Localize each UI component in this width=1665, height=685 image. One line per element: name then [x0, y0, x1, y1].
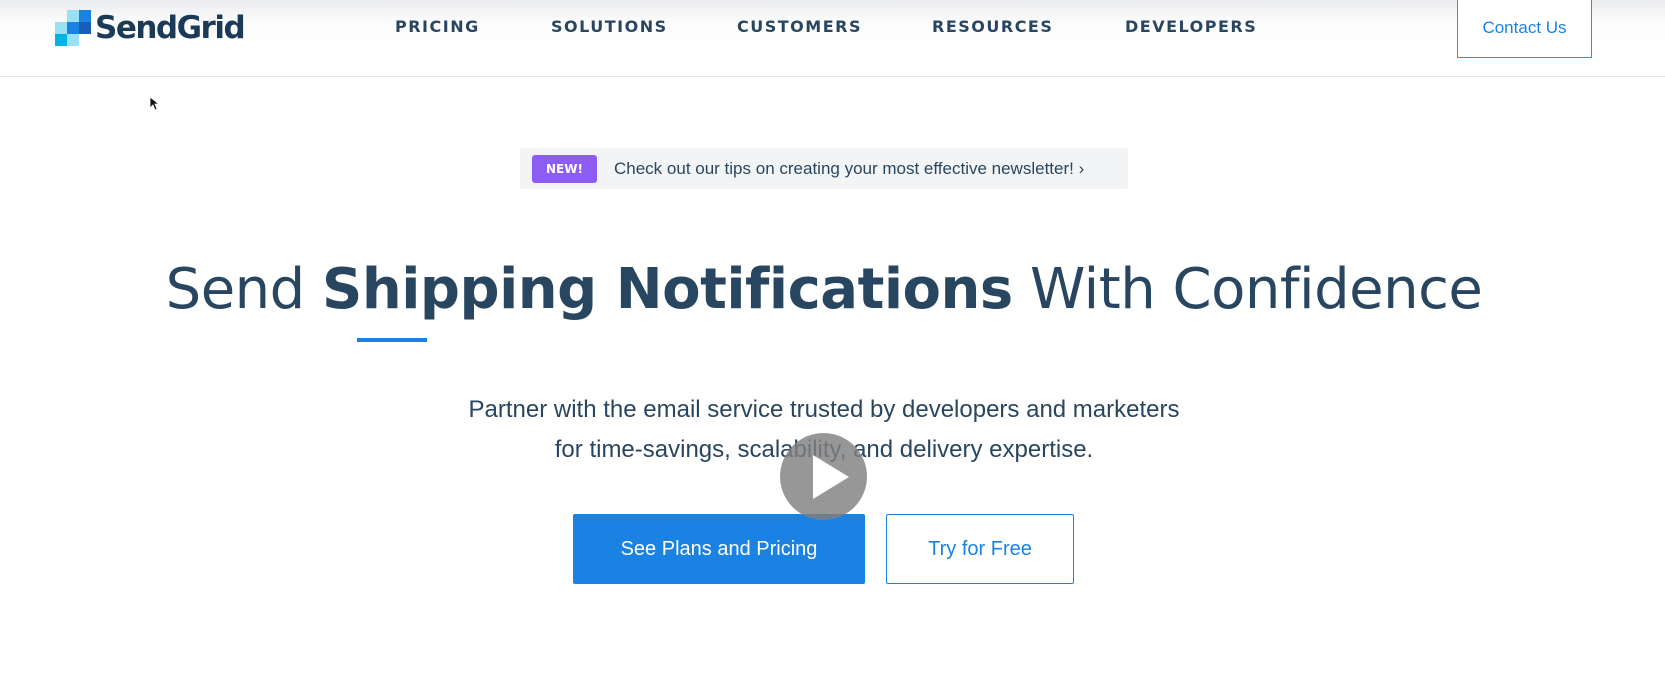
page: SendGrid PRICING SOLUTIONS CUSTOMERS RES…: [0, 0, 1665, 685]
announcement-text: Check out our tips on creating your most…: [614, 158, 1085, 178]
mouse-pointer-icon: [150, 97, 160, 111]
main-nav: PRICING SOLUTIONS CUSTOMERS RESOURCES DE…: [0, 0, 1665, 52]
try-for-free-button[interactable]: Try for Free: [886, 514, 1074, 584]
announcement-banner[interactable]: NEW! Check out our tips on creating your…: [520, 148, 1128, 189]
hero-title: Send Shipping Notifications With Confide…: [0, 257, 1648, 322]
site-header: SendGrid PRICING SOLUTIONS CUSTOMERS RES…: [0, 0, 1665, 77]
hero-title-pre: Send: [165, 257, 306, 322]
contact-us-button[interactable]: Contact Us: [1457, 0, 1592, 58]
play-video-button[interactable]: [780, 433, 867, 520]
nav-solutions[interactable]: SOLUTIONS: [551, 17, 668, 36]
nav-pricing[interactable]: PRICING: [395, 17, 480, 36]
nav-resources[interactable]: RESOURCES: [932, 17, 1053, 36]
hero-title-post: With Confidence: [1030, 257, 1483, 322]
hero-subtitle-line-1: Partner with the email service trusted b…: [468, 396, 1180, 423]
nav-developers[interactable]: DEVELOPERS: [1125, 17, 1257, 36]
nav-customers[interactable]: CUSTOMERS: [737, 17, 862, 36]
new-badge: NEW!: [532, 154, 597, 183]
see-plans-button[interactable]: See Plans and Pricing: [573, 514, 865, 584]
hero-title-strong: Shipping Notifications: [322, 257, 1013, 322]
play-icon: [813, 455, 849, 499]
title-underline-accent: [357, 338, 427, 342]
